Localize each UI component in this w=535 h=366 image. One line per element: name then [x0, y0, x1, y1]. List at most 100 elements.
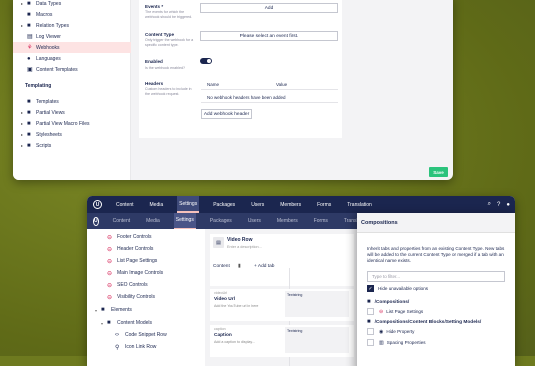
sidebar-item-label: Content Templates: [36, 66, 78, 73]
dialog-description: Inherit tabs and properties from an exis…: [367, 246, 505, 264]
document-description[interactable]: Enter a description...: [227, 245, 262, 249]
sidebar-item-languages[interactable]: ● Languages: [21, 53, 61, 64]
delete-icon[interactable]: ▮: [238, 264, 241, 269]
compositions-dialog: Compositions Inherit tabs and properties…: [357, 213, 515, 366]
checkmark-icon: ✓: [367, 285, 374, 292]
background-top-navigation: U Content Media Settings Packages Users …: [87, 212, 368, 230]
document-name[interactable]: Video Row: [227, 237, 252, 243]
hide-unavailable-checkbox[interactable]: ✓ Hide unavailable options: [367, 285, 428, 292]
sidebar-item-label: Partial View Macro Files: [36, 120, 90, 127]
headers-col-value: Value: [276, 82, 288, 87]
filter-input[interactable]: Type to filter...: [367, 271, 505, 282]
tree-item-seo-controls[interactable]: ⊖ SEO Controls: [107, 279, 148, 291]
property-card-video-url[interactable]: videoUrl Video Url Add the YouTube url i…: [210, 289, 354, 321]
property-alias: caption: [214, 327, 226, 331]
select-content-type-button[interactable]: Please select an event first.: [200, 31, 338, 41]
sidebar-item-relation-types[interactable]: ▸ ■ Relation Types: [21, 20, 69, 31]
nav-packages: Packages: [209, 218, 232, 224]
tree-item-content-models[interactable]: ▾ ■ Content Models: [101, 317, 152, 329]
headers-description: Custom headers to include in the webhook…: [145, 87, 192, 96]
checkbox[interactable]: [367, 339, 374, 346]
sidebar-item-partial-views[interactable]: ▸ ■ Partial Views: [21, 107, 65, 118]
events-description: The events for which the webhook should …: [145, 10, 193, 19]
property-card-caption[interactable]: caption Caption Add a caption to display…: [210, 325, 354, 357]
umbraco-logo-icon: U: [93, 216, 99, 226]
log-icon: ▤: [27, 34, 33, 40]
tree-item-visibility-controls[interactable]: ⊖ Visibility Controls: [107, 291, 155, 303]
tree-item-header-controls[interactable]: ⊖ Header Controls: [107, 243, 153, 255]
sidebar-item-content-templates[interactable]: ▣ Content Templates: [21, 64, 78, 75]
enabled-toggle[interactable]: [200, 58, 212, 64]
help-icon[interactable]: ?: [497, 202, 500, 208]
nav-media[interactable]: Media: [148, 196, 166, 213]
tree-item-label: Footer Controls: [117, 234, 152, 240]
tree-item-label: Visibility Controls: [117, 294, 155, 300]
tree-item-elements[interactable]: ▾ ■ Elements: [95, 304, 132, 316]
nav-packages[interactable]: Packages: [211, 196, 237, 213]
nav-members[interactable]: Members: [278, 196, 303, 213]
tab-content[interactable]: Content: [213, 264, 230, 269]
content-type-description: Only trigger the webhook for a specific …: [145, 38, 194, 47]
sidebar-item-stylesheets[interactable]: ▸ ■ Stylesheets: [21, 129, 62, 140]
tree-item-footer-controls[interactable]: ⊖ Footer Controls: [107, 231, 151, 243]
folder-label: /Compositions/: [374, 299, 410, 305]
checkbox[interactable]: [367, 328, 374, 335]
tree-item-label: SEO Controls: [117, 282, 148, 288]
composition-hide-property[interactable]: ◉ Hide Property: [367, 328, 414, 335]
eye-off-icon: ◉: [379, 328, 384, 335]
sidebar-item-label: Macros: [36, 11, 53, 18]
tree-item-icon-link-row[interactable]: ⚲ Icon Link Row: [115, 341, 156, 353]
umbraco-logo-icon[interactable]: U: [93, 200, 102, 209]
nav-translation[interactable]: Translation: [345, 196, 374, 213]
folder-icon: ■: [367, 299, 371, 305]
headers-divider: [201, 102, 338, 103]
add-tab-label: Add tab: [257, 264, 275, 269]
sidebar-item-templates[interactable]: ■ Templates: [21, 96, 59, 107]
hide-unavailable-label: Hide unavailable options: [378, 286, 429, 291]
sidebar-item-webhooks[interactable]: ⚘ Webhooks: [13, 42, 131, 53]
save-button[interactable]: Save: [429, 167, 448, 177]
minus-circle-icon: ⊖: [107, 270, 113, 277]
nav-content[interactable]: Content: [114, 196, 136, 213]
folder-icon: ■: [27, 109, 31, 116]
enabled-description: Is the webhook enabled?: [145, 66, 185, 70]
sidebar-item-macros[interactable]: ■ Macros: [21, 9, 52, 20]
webhook-form-card: Events * The events for which the webhoo…: [139, 0, 342, 138]
add-tab-button[interactable]: + Add tab: [254, 264, 274, 269]
composition-spacing-properties[interactable]: ▥ Spacing Properties: [367, 339, 426, 346]
spacing-icon: ▥: [379, 339, 384, 346]
folder-icon: ■: [27, 142, 31, 149]
top-navigation: U Content Media Settings Packages Users …: [87, 196, 515, 213]
sidebar-item-scripts[interactable]: ▸ ■ Scripts: [21, 140, 51, 151]
composition-label: Spacing Properties: [386, 340, 426, 345]
nav-settings[interactable]: Settings: [177, 196, 200, 213]
user-avatar-icon[interactable]: ●: [506, 202, 510, 208]
add-webhook-header-button[interactable]: Add webhook header: [201, 109, 252, 119]
property-editor-preview: Textstring: [285, 327, 349, 353]
tree-item-code-snippet-row[interactable]: ‹› Code Snippet Row: [115, 329, 167, 341]
composition-label: List Page Settings: [386, 309, 424, 314]
sidebar-item-partial-view-macros[interactable]: ▸ ■ Partial View Macro Files: [21, 118, 90, 129]
composition-list-page-settings[interactable]: ⊖ List Page Settings: [367, 308, 423, 315]
folder-icon: ■: [367, 319, 371, 325]
tree-item-main-image-controls[interactable]: ⊖ Main Image Controls: [107, 267, 163, 279]
checkbox[interactable]: [367, 308, 374, 315]
sidebar-item-log-viewer[interactable]: ▤ Log Viewer: [21, 31, 61, 42]
search-icon[interactable]: ⌕: [488, 201, 491, 208]
dialog-title: Compositions: [357, 213, 515, 233]
webhooks-window: ▸ ■ Data Types ■ Macros ▸ ■ Relation Types ▤ L…: [13, 0, 453, 180]
add-event-button[interactable]: Add: [200, 3, 338, 13]
tree-item-label: Elements: [111, 307, 132, 313]
folder-icon: ■: [27, 131, 31, 138]
tree-item-list-page-settings[interactable]: ⊖ List Page Settings: [107, 255, 157, 267]
nav-users[interactable]: Users: [249, 196, 266, 213]
nav-settings: Settings: [173, 212, 196, 230]
sidebar-item-label: Webhooks: [36, 44, 60, 51]
sidebar-item-data-types[interactable]: ▸ ■ Data Types: [21, 0, 61, 9]
webhook-editor: Events * The events for which the webhoo…: [131, 0, 453, 180]
nav-forms[interactable]: Forms: [315, 196, 333, 213]
document-type-icon[interactable]: ▤: [213, 237, 224, 248]
headers-col-name: Name: [207, 82, 220, 87]
nav-media: Media: [146, 218, 160, 224]
document-types-tree: ⊖ Footer Controls ⊖ Header Controls ⊖ List …: [87, 229, 205, 366]
